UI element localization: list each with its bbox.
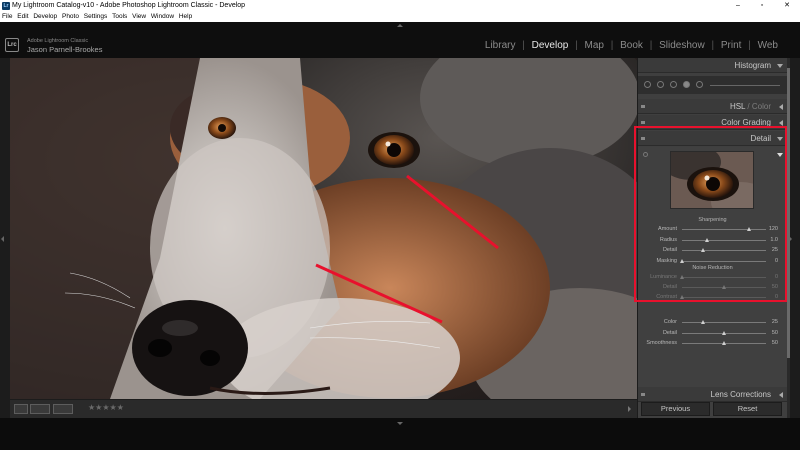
hsl-title[interactable]: HSL [730, 102, 745, 111]
title-bar: Lr My Lightroom Catalog-v10 - Adobe Phot… [0, 0, 800, 12]
module-separator: | [748, 40, 751, 51]
module-book[interactable]: Book [620, 40, 643, 51]
close-button[interactable]: ✕ [775, 0, 799, 12]
collapse-icon[interactable] [777, 64, 783, 68]
slider-label: Detail [662, 329, 677, 336]
slider-row: Smoothness 50 [638, 339, 787, 349]
solo-pin-icon [641, 105, 645, 108]
solo-pin-icon [641, 393, 645, 396]
menu-bar: File Edit Develop Photo Settings Tools V… [0, 12, 800, 22]
lightroom-window: Lr My Lightroom Catalog-v10 - Adobe Phot… [0, 0, 800, 450]
menu-view[interactable]: View [132, 13, 146, 20]
reset-button[interactable]: Reset [713, 402, 782, 416]
maximize-button[interactable]: ▫ [750, 0, 774, 12]
module-web[interactable]: Web [758, 40, 778, 51]
module-separator: | [610, 40, 614, 51]
module-library[interactable]: Library [485, 40, 516, 51]
module-bar: Lrc Adobe Lightroom Classic Jason Parnel… [0, 22, 800, 58]
spot-removal-icon[interactable] [657, 81, 664, 88]
histogram-title: Histogram [734, 61, 771, 70]
slider-track[interactable] [682, 341, 766, 345]
star-rating[interactable]: ★★★★★ [88, 403, 124, 412]
lens-corrections-title: Lens Corrections [710, 390, 771, 399]
menu-settings[interactable]: Settings [84, 13, 108, 20]
module-separator: | [711, 40, 715, 51]
collapse-top-panel-icon[interactable] [397, 24, 403, 27]
previous-button[interactable]: Previous [641, 402, 710, 416]
module-map[interactable]: Map [585, 40, 604, 51]
slider-value[interactable]: 25 [772, 319, 778, 325]
module-develop[interactable]: Develop [532, 40, 569, 51]
window-title: My Lightroom Catalog-v10 - Adobe Photosh… [12, 2, 246, 9]
scrollbar-thumb[interactable] [787, 68, 790, 358]
module-print[interactable]: Print [721, 40, 742, 51]
slider-row: Detail 50 [638, 329, 787, 339]
solo-pin-icon [641, 121, 645, 124]
app-icon: Lr [2, 2, 10, 10]
slider-label: Smoothness [646, 340, 677, 346]
photo-canvas[interactable] [10, 58, 637, 399]
module-picker: Library | Develop | Map | Book | Slidesh… [481, 40, 778, 51]
expand-icon[interactable] [779, 392, 783, 398]
color-title[interactable]: Color [752, 102, 771, 111]
red-eye-icon[interactable] [670, 81, 677, 88]
menu-photo[interactable]: Photo [62, 13, 79, 20]
tool-strip [638, 76, 787, 94]
slider-value[interactable]: 50 [772, 340, 778, 346]
bottom-toolbar: ★★★★★ [10, 400, 637, 418]
identity-plate-user: Jason Parnell-Brookes [27, 45, 103, 54]
module-slideshow[interactable]: Slideshow [659, 40, 705, 51]
expand-left-panel-icon[interactable] [1, 236, 4, 242]
module-separator: | [522, 40, 525, 51]
before-after-icon[interactable] [30, 404, 50, 414]
hsl-color-header[interactable]: HSL / Color [638, 99, 787, 114]
hsl-separator: / [745, 102, 752, 111]
loupe-view-icon[interactable] [14, 404, 28, 414]
expand-icon[interactable] [779, 104, 783, 110]
dog-photo [10, 58, 637, 399]
menu-edit[interactable]: Edit [17, 13, 28, 20]
highlight-box [634, 126, 787, 302]
brush-icon[interactable] [696, 81, 703, 88]
slider-thumb[interactable] [722, 330, 726, 335]
lens-corrections-header[interactable]: Lens Corrections [638, 387, 787, 402]
menu-develop[interactable]: Develop [33, 13, 57, 20]
expand-filmstrip-icon[interactable] [397, 422, 403, 425]
slider-thumb[interactable] [722, 341, 726, 345]
lrc-logo: Lrc [5, 38, 19, 52]
right-panel-scrollbar[interactable] [787, 58, 790, 418]
menu-file[interactable]: File [2, 13, 12, 20]
crop-icon[interactable] [644, 81, 651, 88]
slider-thumb[interactable] [701, 320, 705, 324]
slider-track[interactable] [682, 320, 766, 324]
histogram-header[interactable]: Histogram [638, 58, 787, 73]
identity-plate-app: Adobe Lightroom Classic [27, 38, 89, 44]
minimize-button[interactable]: – [726, 0, 750, 12]
before-after-split-icon[interactable] [53, 404, 73, 414]
tool-divider [710, 85, 780, 86]
menu-window[interactable]: Window [151, 13, 174, 20]
slider-value[interactable]: 50 [772, 330, 778, 336]
slider-track[interactable] [682, 330, 766, 335]
masking-icon[interactable] [683, 81, 690, 88]
menu-tools[interactable]: Tools [112, 13, 127, 20]
slider-label: Color [663, 319, 677, 325]
toolbar-menu-icon[interactable] [628, 406, 631, 412]
slider-row: Color 25 [638, 318, 787, 328]
module-separator: | [649, 40, 653, 51]
menu-help[interactable]: Help [179, 13, 192, 20]
module-separator: | [575, 40, 578, 51]
